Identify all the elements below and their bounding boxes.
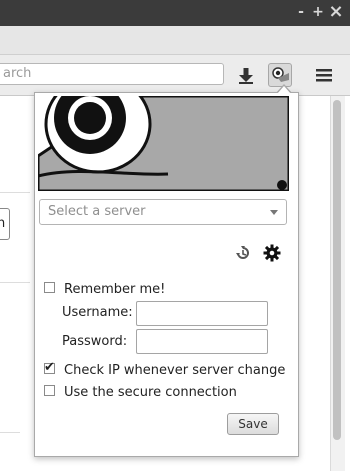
download-button[interactable] <box>234 63 258 87</box>
eye-mascot-illustration <box>38 96 289 191</box>
maximize-button[interactable]: + <box>310 4 326 20</box>
banner-image <box>38 96 289 191</box>
username-field[interactable] <box>136 301 268 326</box>
gear-icon <box>263 244 281 262</box>
settings-button[interactable] <box>263 244 281 262</box>
server-select-placeholder: Select a server <box>48 204 146 219</box>
page-divider <box>0 432 20 433</box>
chevron-down-icon <box>270 210 278 215</box>
page-scrollbar-thumb[interactable] <box>333 100 341 440</box>
remember-me-label: Remember me! <box>64 282 166 297</box>
download-arrow-icon <box>239 68 253 84</box>
extension-popup: Select a server Remember me! Username: P… <box>34 92 299 457</box>
password-field[interactable] <box>136 329 268 354</box>
menu-button[interactable] <box>312 63 336 87</box>
popup-arrow-fill <box>277 86 291 94</box>
history-button[interactable] <box>234 244 252 262</box>
secure-connection-label: Use the secure connection <box>64 385 237 400</box>
server-select[interactable]: Select a server <box>39 199 287 225</box>
tab-strip <box>0 26 350 55</box>
close-button[interactable]: × <box>328 3 344 21</box>
extension-icon <box>272 67 289 82</box>
history-icon <box>236 246 249 259</box>
save-button[interactable]: Save <box>227 413 279 435</box>
hamburger-menu-icon <box>316 69 332 82</box>
check-ip-label: Check IP whenever server change <box>64 363 286 378</box>
page-button[interactable]: n <box>0 208 10 240</box>
page-divider <box>0 192 30 193</box>
username-label: Username: <box>62 305 133 320</box>
check-ip-checkbox[interactable] <box>44 360 55 375</box>
navigation-toolbar: arch <box>0 55 350 96</box>
password-label: Password: <box>62 334 128 349</box>
search-input[interactable]: arch <box>0 63 224 85</box>
secure-connection-checkbox[interactable] <box>44 385 55 396</box>
remember-me-checkbox[interactable] <box>44 282 55 293</box>
page-divider <box>0 282 30 283</box>
minimize-button[interactable]: - <box>293 4 309 20</box>
window-titlebar: - + × <box>0 0 350 26</box>
